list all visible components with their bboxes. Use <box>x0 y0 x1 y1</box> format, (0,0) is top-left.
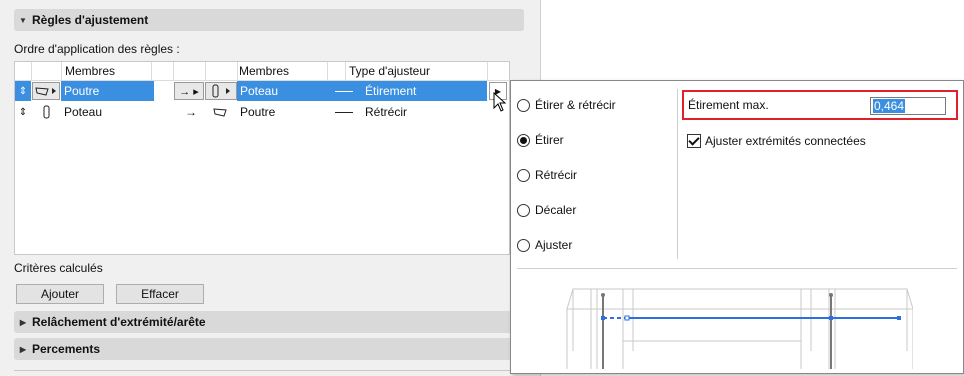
option-offset[interactable]: Décaler <box>517 203 576 217</box>
divider <box>517 268 957 269</box>
collapse-triangle-icon: ▼ <box>19 15 27 25</box>
column-selector[interactable] <box>205 82 237 100</box>
beam-icon <box>35 87 56 96</box>
option-label: Ajuster <box>535 238 573 252</box>
add-button[interactable]: Ajouter <box>16 284 104 304</box>
rules-section-title: Règles d'ajustement <box>32 13 149 27</box>
release-section-title: Relâchement d'extrémité/arête <box>32 315 206 329</box>
max-stretch-input[interactable]: 0,464 <box>870 97 946 115</box>
divider <box>677 89 678 259</box>
checkbox-checked[interactable] <box>687 134 701 148</box>
beam-icon <box>207 102 235 122</box>
radio-button[interactable] <box>517 98 530 112</box>
reorder-handle-icon[interactable]: ⇕ <box>15 102 31 122</box>
radio-button[interactable] <box>517 203 530 217</box>
criteria-label: Critères calculés <box>14 261 103 275</box>
adjuster-type[interactable]: Étirement <box>327 81 487 101</box>
member-from[interactable]: Poteau <box>61 102 154 122</box>
arrow-right-icon: → <box>185 105 197 119</box>
option-label: Décaler <box>535 203 577 217</box>
option-label: Étirer <box>535 133 564 147</box>
mouse-cursor-icon <box>493 92 507 112</box>
option-stretch[interactable]: Étirer <box>517 133 564 147</box>
adjuster-type-label: Étirement <box>365 84 417 98</box>
rules-table: Membres Membres Type d'ajusteur ⇕ Poutre… <box>14 61 510 255</box>
option-stretch-shrink[interactable]: Étirer & rétrécir <box>517 98 616 112</box>
rules-section-header[interactable]: ▼ Règles d'ajustement <box>14 9 524 31</box>
radio-button-selected[interactable] <box>517 133 530 147</box>
table-header: Membres Membres Type d'ajusteur <box>15 62 509 81</box>
adjust-connected-ends-checkbox[interactable]: Ajuster extrémités connectées <box>687 134 866 148</box>
delete-button[interactable]: Effacer <box>116 284 204 304</box>
max-stretch-highlight: Étirement max. 0,464 <box>682 90 958 120</box>
expand-triangle-icon: ▶ <box>19 344 27 354</box>
option-label: Étirer & rétrécir <box>535 98 616 112</box>
radio-button[interactable] <box>517 168 530 182</box>
max-stretch-label: Étirement max. <box>688 98 769 112</box>
settings-panel: ▼ Règles d'ajustement Ordre d'applicatio… <box>0 0 541 376</box>
checkbox-label: Ajuster extrémités connectées <box>705 134 866 148</box>
stretch-preview-diagram <box>566 288 913 369</box>
holes-section-header[interactable]: ▶ Percements <box>14 338 524 360</box>
release-section-header[interactable]: ▶ Relâchement d'extrémité/arête <box>14 311 524 333</box>
member-to[interactable]: Poteau <box>237 81 330 101</box>
adjuster-type[interactable]: Rétrécir <box>327 102 487 122</box>
option-label: Rétrécir <box>535 168 578 182</box>
rules-order-label: Ordre d'application des règles : <box>14 42 180 56</box>
table-row[interactable]: ⇕ Poutre → ▸ Poteau Étirement ▶ <box>15 81 509 101</box>
option-shrink[interactable]: Rétrécir <box>517 168 577 182</box>
divider <box>14 370 524 371</box>
beam-selector[interactable] <box>32 82 60 100</box>
member-from[interactable]: Poutre <box>61 81 154 101</box>
max-stretch-value: 0,464 <box>873 99 906 113</box>
column-icon <box>35 102 59 122</box>
adjuster-options-popup: Étirer & rétrécir Étirer Rétrécir Décale… <box>510 80 964 374</box>
column-header-members-2: Membres <box>239 64 290 78</box>
expand-triangle-icon: ▶ <box>19 317 27 327</box>
table-row[interactable]: ⇕ Poteau → Poutre Rétrécir <box>15 102 509 122</box>
reorder-handle-icon[interactable]: ⇕ <box>15 81 31 101</box>
member-to[interactable]: Poutre <box>237 102 330 122</box>
holes-section-title: Percements <box>32 342 101 356</box>
line-style-icon <box>335 111 353 113</box>
column-icon <box>212 84 230 98</box>
option-adjust[interactable]: Ajuster <box>517 238 572 252</box>
column-header-members: Membres <box>65 64 116 78</box>
column-header-type: Type d'ajusteur <box>349 64 431 78</box>
arrow-right-icon: → ▸ <box>179 85 199 98</box>
line-style-icon <box>335 90 353 92</box>
direction-selector[interactable]: → ▸ <box>174 82 204 100</box>
radio-button[interactable] <box>517 238 530 252</box>
adjuster-type-label: Rétrécir <box>365 105 408 119</box>
